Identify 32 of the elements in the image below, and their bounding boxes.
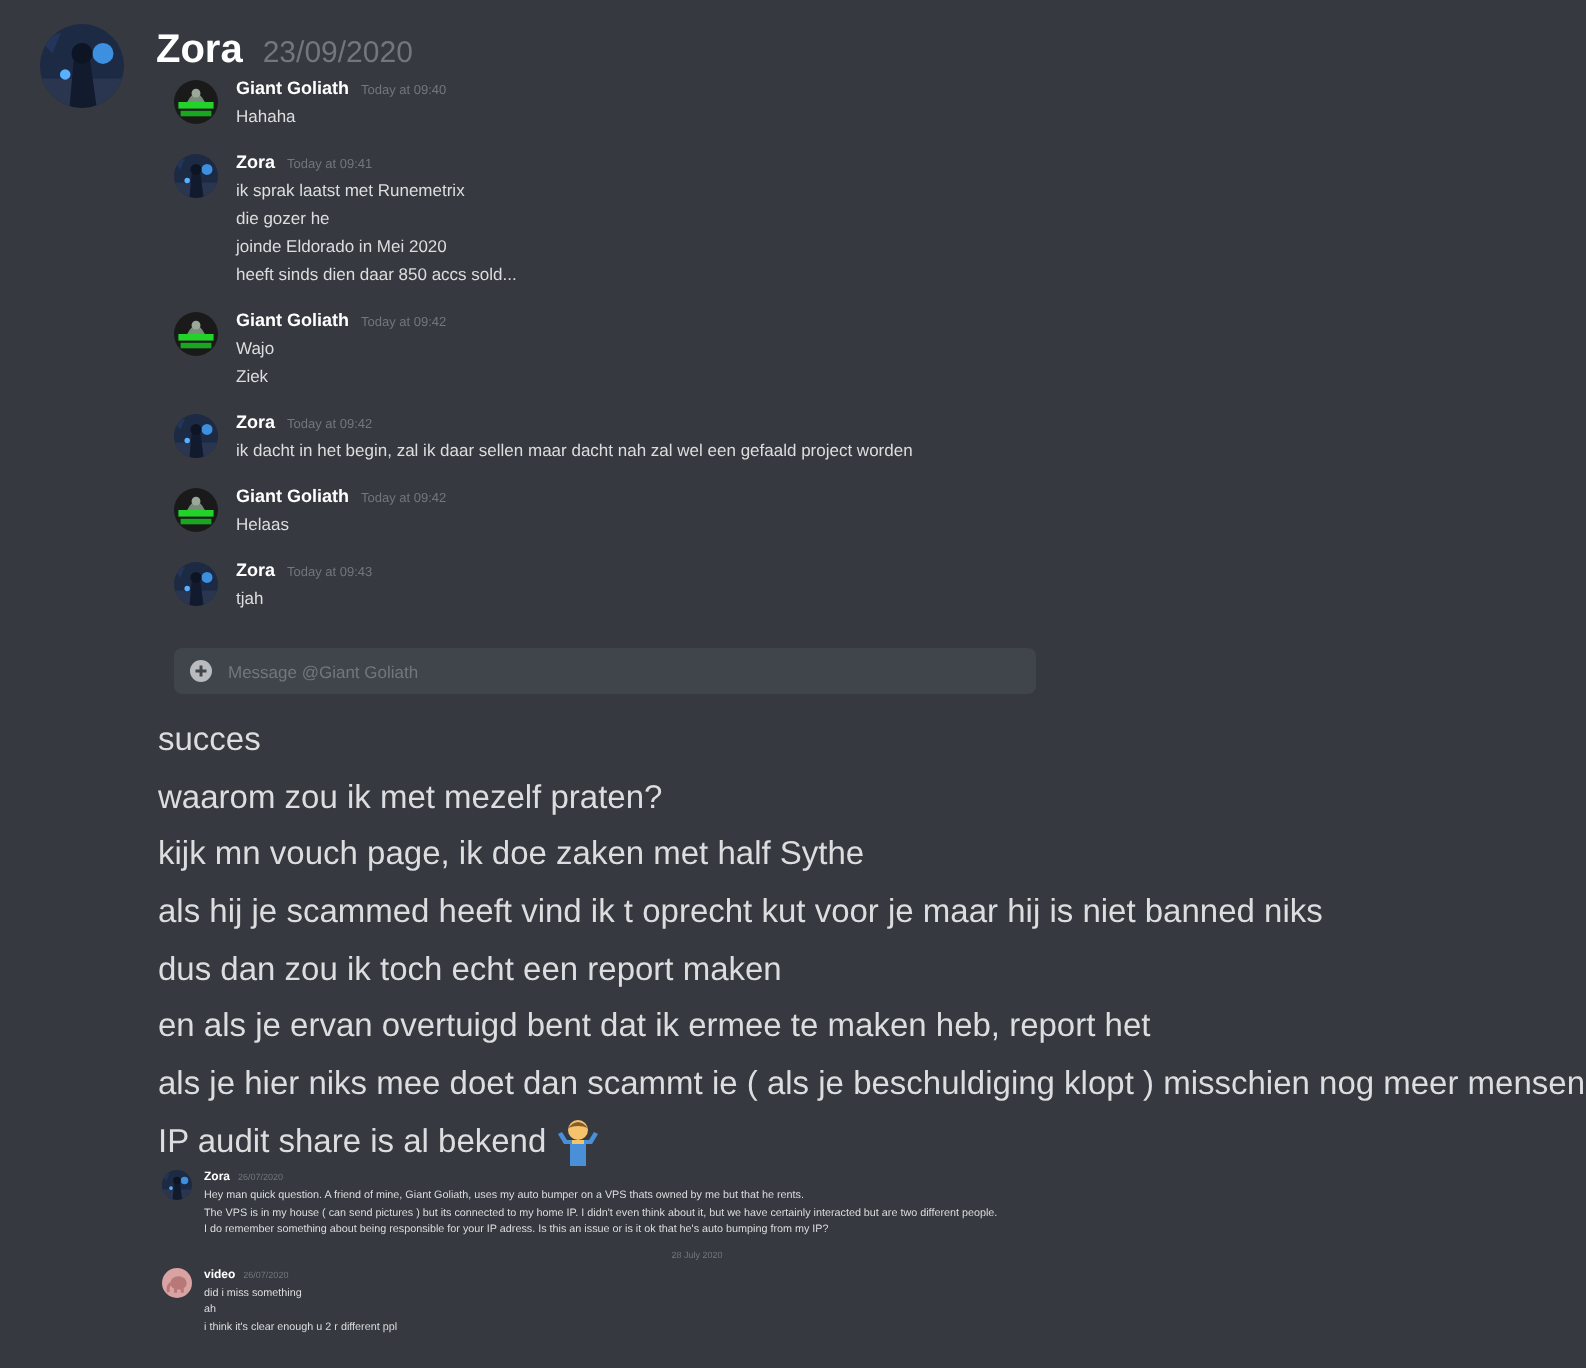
message-text: als hij je scammed heeft vind ik t oprecht kut voor je maar hij is niet banned niks <box>158 892 1323 935</box>
message-text: ik dacht in het begin, zal ik daar sellen maar dacht nah zal wel een gefaald project worden <box>236 438 913 464</box>
author-name[interactable]: Zora <box>236 410 276 436</box>
message-text: Helaas <box>236 512 291 538</box>
message-text: Hahaha <box>236 104 298 130</box>
avatar-icon <box>174 312 218 356</box>
author-name[interactable]: Giant Goliath <box>236 308 350 334</box>
message-text: heeft sinds dien daar 850 accs sold... <box>236 262 517 288</box>
message-text: succes <box>158 719 261 762</box>
message-text: Ziek <box>236 364 271 390</box>
message-text: waarom zou ik met mezelf praten? <box>158 777 663 820</box>
avatar-icon <box>174 80 218 124</box>
message-text: die gozer he <box>236 206 332 232</box>
person-shrugging-icon <box>554 1118 603 1167</box>
elephant-icon <box>162 1267 192 1297</box>
author-name[interactable]: Zora <box>236 558 276 584</box>
avatar-icon <box>174 488 218 532</box>
message-text: en als je ervan overtuigd bent dat ik ermee te maken heb, report het <box>158 1006 1151 1049</box>
timestamp: 23/09/2020 <box>262 34 413 74</box>
message-text: Wajo <box>236 336 277 362</box>
message-text: als je hier niks mee doet dan scammt ie ( als je beschuldiging klopt ) misschien nog meer mensen <box>158 1064 1586 1107</box>
message-text: ik sprak laatst met Runemetrix <box>236 178 467 204</box>
message-text: dus dan zou ik toch echt een report maken <box>158 949 782 992</box>
message-text: IP audit share is al bekend <box>158 1121 547 1164</box>
add-icon[interactable] <box>190 660 212 682</box>
author-name[interactable]: Zora <box>156 20 243 80</box>
author-name[interactable]: Giant Goliath <box>236 484 350 510</box>
message-text: tjah <box>236 586 266 612</box>
author-name[interactable]: Giant Goliath <box>236 76 350 102</box>
message-text: joinde Eldorado in Mei 2020 <box>236 234 449 260</box>
message-text: kijk mn vouch page, ik doe zaken met half Sythe <box>158 834 865 877</box>
author-name[interactable]: Zora <box>236 150 276 176</box>
